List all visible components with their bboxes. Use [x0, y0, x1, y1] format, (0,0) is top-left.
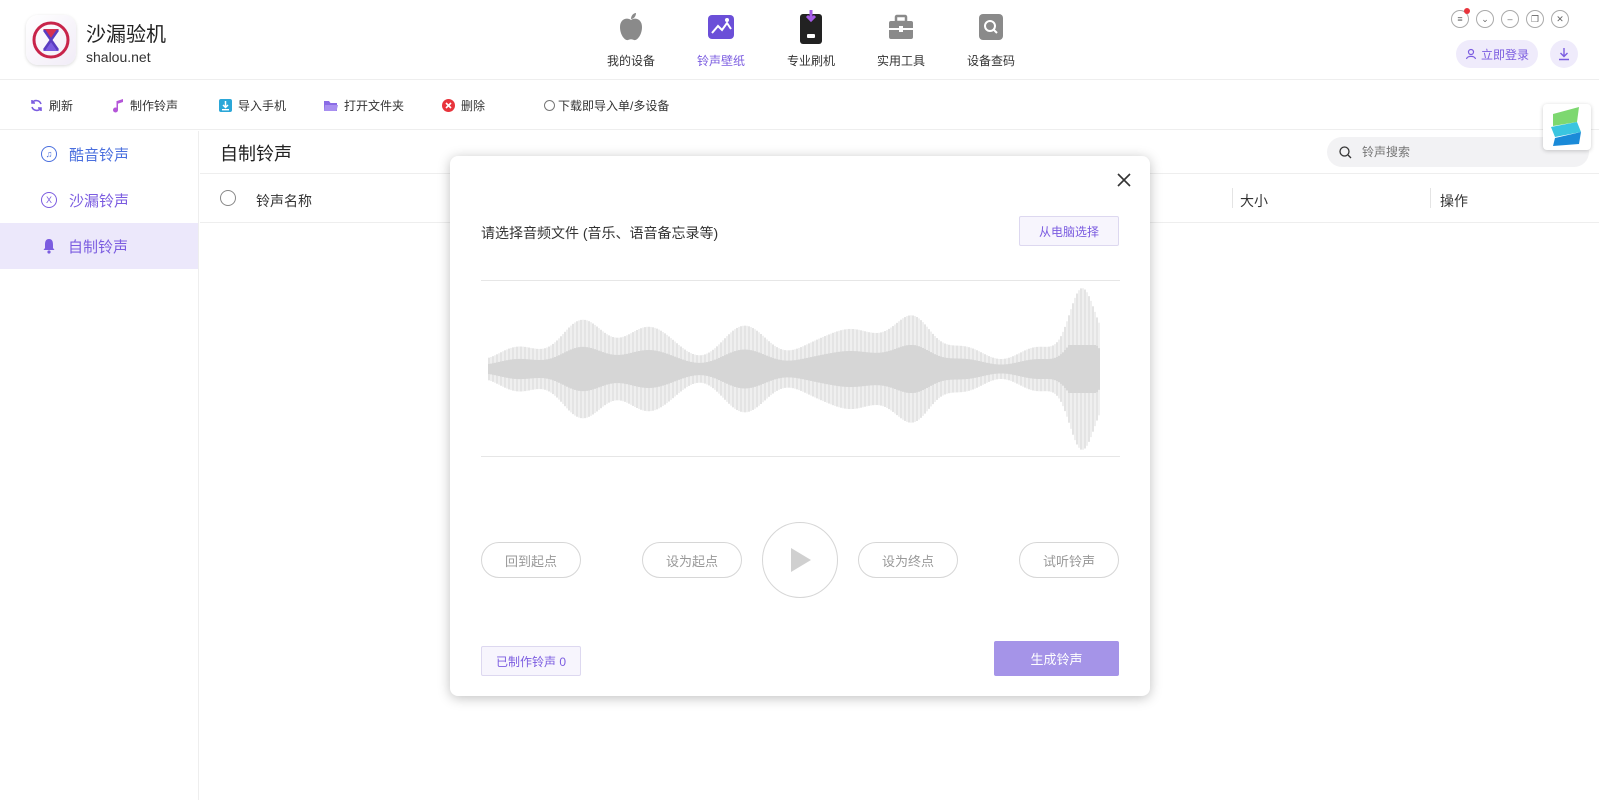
chevron-down-icon[interactable]: ⌄: [1476, 10, 1494, 28]
app-logo: [26, 15, 76, 65]
music-note-icon: [113, 98, 123, 112]
generate-ringtone-button[interactable]: 生成铃声: [994, 641, 1119, 676]
search-icon: [1339, 145, 1352, 158]
import-icon: [219, 99, 232, 112]
nav-label: 实用工具: [876, 54, 925, 68]
nav-label: 铃声壁纸: [696, 54, 745, 68]
phone-flash-icon: [795, 10, 827, 44]
made-ringtone-count[interactable]: 已制作铃声 0: [481, 646, 581, 676]
sidebar-item-label: 自制铃声: [68, 238, 129, 256]
download-icon: [1559, 48, 1569, 61]
nav-ringtone-wallpaper[interactable]: 铃声壁纸: [676, 10, 766, 69]
floating-widget-icon: [1551, 107, 1581, 146]
app-header: 沙漏验机 shalou.net 我的设备 铃声壁纸 专业刷机 实用工具 设备查码…: [0, 0, 1599, 80]
play-icon: [791, 548, 811, 572]
play-button[interactable]: [762, 522, 838, 598]
login-button[interactable]: 立即登录: [1456, 40, 1538, 68]
waveform-area[interactable]: [481, 280, 1120, 457]
radio-button[interactable]: [544, 100, 555, 111]
download-import-label: 下载即导入单/多设备: [558, 99, 670, 113]
folder-icon: [324, 100, 338, 111]
column-divider: [1232, 188, 1233, 208]
delete-button[interactable]: 删除: [442, 97, 485, 114]
user-icon: [1465, 48, 1477, 60]
dialog-prompt: 请选择音频文件 (音乐、语音备忘录等): [481, 225, 719, 241]
search-doc-icon: [975, 10, 1007, 44]
nav-tools[interactable]: 实用工具: [856, 10, 946, 69]
back-to-start-button[interactable]: 回到起点: [481, 542, 581, 578]
nav-label: 设备查码: [966, 54, 1015, 68]
delete-label: 删除: [461, 99, 486, 113]
main-nav: 我的设备 铃声壁纸 专业刷机 实用工具 设备查码: [586, 10, 1036, 69]
login-label: 立即登录: [1480, 47, 1529, 62]
set-end-button[interactable]: 设为终点: [858, 542, 958, 578]
download-button[interactable]: [1550, 40, 1578, 68]
bell-icon: [43, 239, 55, 254]
sidebar-item-label: 沙漏铃声: [69, 192, 130, 210]
minimize-icon[interactable]: –: [1501, 10, 1519, 28]
column-divider: [1430, 188, 1431, 208]
refresh-label: 刷新: [49, 99, 74, 113]
delete-icon: [442, 99, 455, 112]
restore-icon[interactable]: ❐: [1526, 10, 1544, 28]
kuyin-icon: ♫: [41, 146, 57, 162]
app-site: shalou.net: [86, 49, 151, 65]
make-ringtone-label: 制作铃声: [130, 99, 179, 113]
column-size: 大小: [1240, 193, 1268, 209]
sidebar-item-kuyin[interactable]: ♫ 酷音铃声: [0, 131, 198, 177]
column-name: 铃声名称: [256, 193, 312, 209]
refresh-button[interactable]: 刷新: [30, 97, 73, 114]
feedback-icon[interactable]: ≡: [1451, 8, 1470, 28]
sidebar: ♫ 酷音铃声 X 沙漏铃声 自制铃声: [0, 131, 199, 800]
nav-device-lookup[interactable]: 设备查码: [946, 10, 1036, 69]
open-folder-label: 打开文件夹: [344, 99, 405, 113]
sidebar-item-label: 酷音铃声: [69, 146, 130, 164]
close-dialog-button[interactable]: [1114, 170, 1134, 190]
nav-pro-flash[interactable]: 专业刷机: [766, 10, 856, 69]
set-start-button[interactable]: 设为起点: [642, 542, 742, 578]
wallpaper-icon: [705, 10, 737, 44]
nav-label: 我的设备: [606, 54, 655, 68]
import-phone-button[interactable]: 导入手机: [219, 97, 286, 114]
search-input[interactable]: [1362, 145, 1542, 159]
sidebar-item-shalou[interactable]: X 沙漏铃声: [0, 177, 198, 223]
nav-label: 专业刷机: [786, 54, 835, 68]
sidebar-item-custom[interactable]: 自制铃声: [0, 223, 198, 269]
nav-my-device[interactable]: 我的设备: [586, 10, 676, 69]
import-phone-label: 导入手机: [238, 99, 287, 113]
apple-icon: [615, 10, 647, 44]
window-controls: ≡ ⌄ – ❐ ✕: [1451, 8, 1569, 28]
page-title: 自制铃声: [220, 144, 292, 164]
select-all-checkbox[interactable]: [220, 190, 236, 206]
app-name: 沙漏验机: [86, 24, 166, 46]
open-folder-button[interactable]: 打开文件夹: [324, 97, 404, 114]
pick-from-computer-button[interactable]: 从电脑选择: [1019, 216, 1119, 246]
refresh-icon: [31, 99, 42, 112]
make-ringtone-dialog: 请选择音频文件 (音乐、语音备忘录等) 从电脑选择 回到起点 设为起点 设为终点…: [450, 156, 1150, 696]
make-ringtone-button[interactable]: 制作铃声: [112, 97, 178, 114]
download-import-option[interactable]: 下载即导入单/多设备: [544, 97, 669, 114]
notification-dot: [1464, 8, 1470, 14]
waveform-graphic: [488, 288, 1100, 450]
hourglass-icon: X: [41, 192, 57, 208]
close-icon[interactable]: ✕: [1551, 10, 1569, 28]
toolbox-icon: [885, 10, 917, 44]
column-action: 操作: [1440, 193, 1468, 209]
close-icon: [1117, 173, 1131, 187]
floating-widget[interactable]: [1543, 104, 1591, 150]
toolbar: 刷新 制作铃声 导入手机 打开文件夹 删除 下载即导入单/多设备: [0, 80, 1599, 130]
hourglass-logo-icon: [32, 21, 70, 59]
preview-ringtone-button[interactable]: 试听铃声: [1019, 542, 1119, 578]
